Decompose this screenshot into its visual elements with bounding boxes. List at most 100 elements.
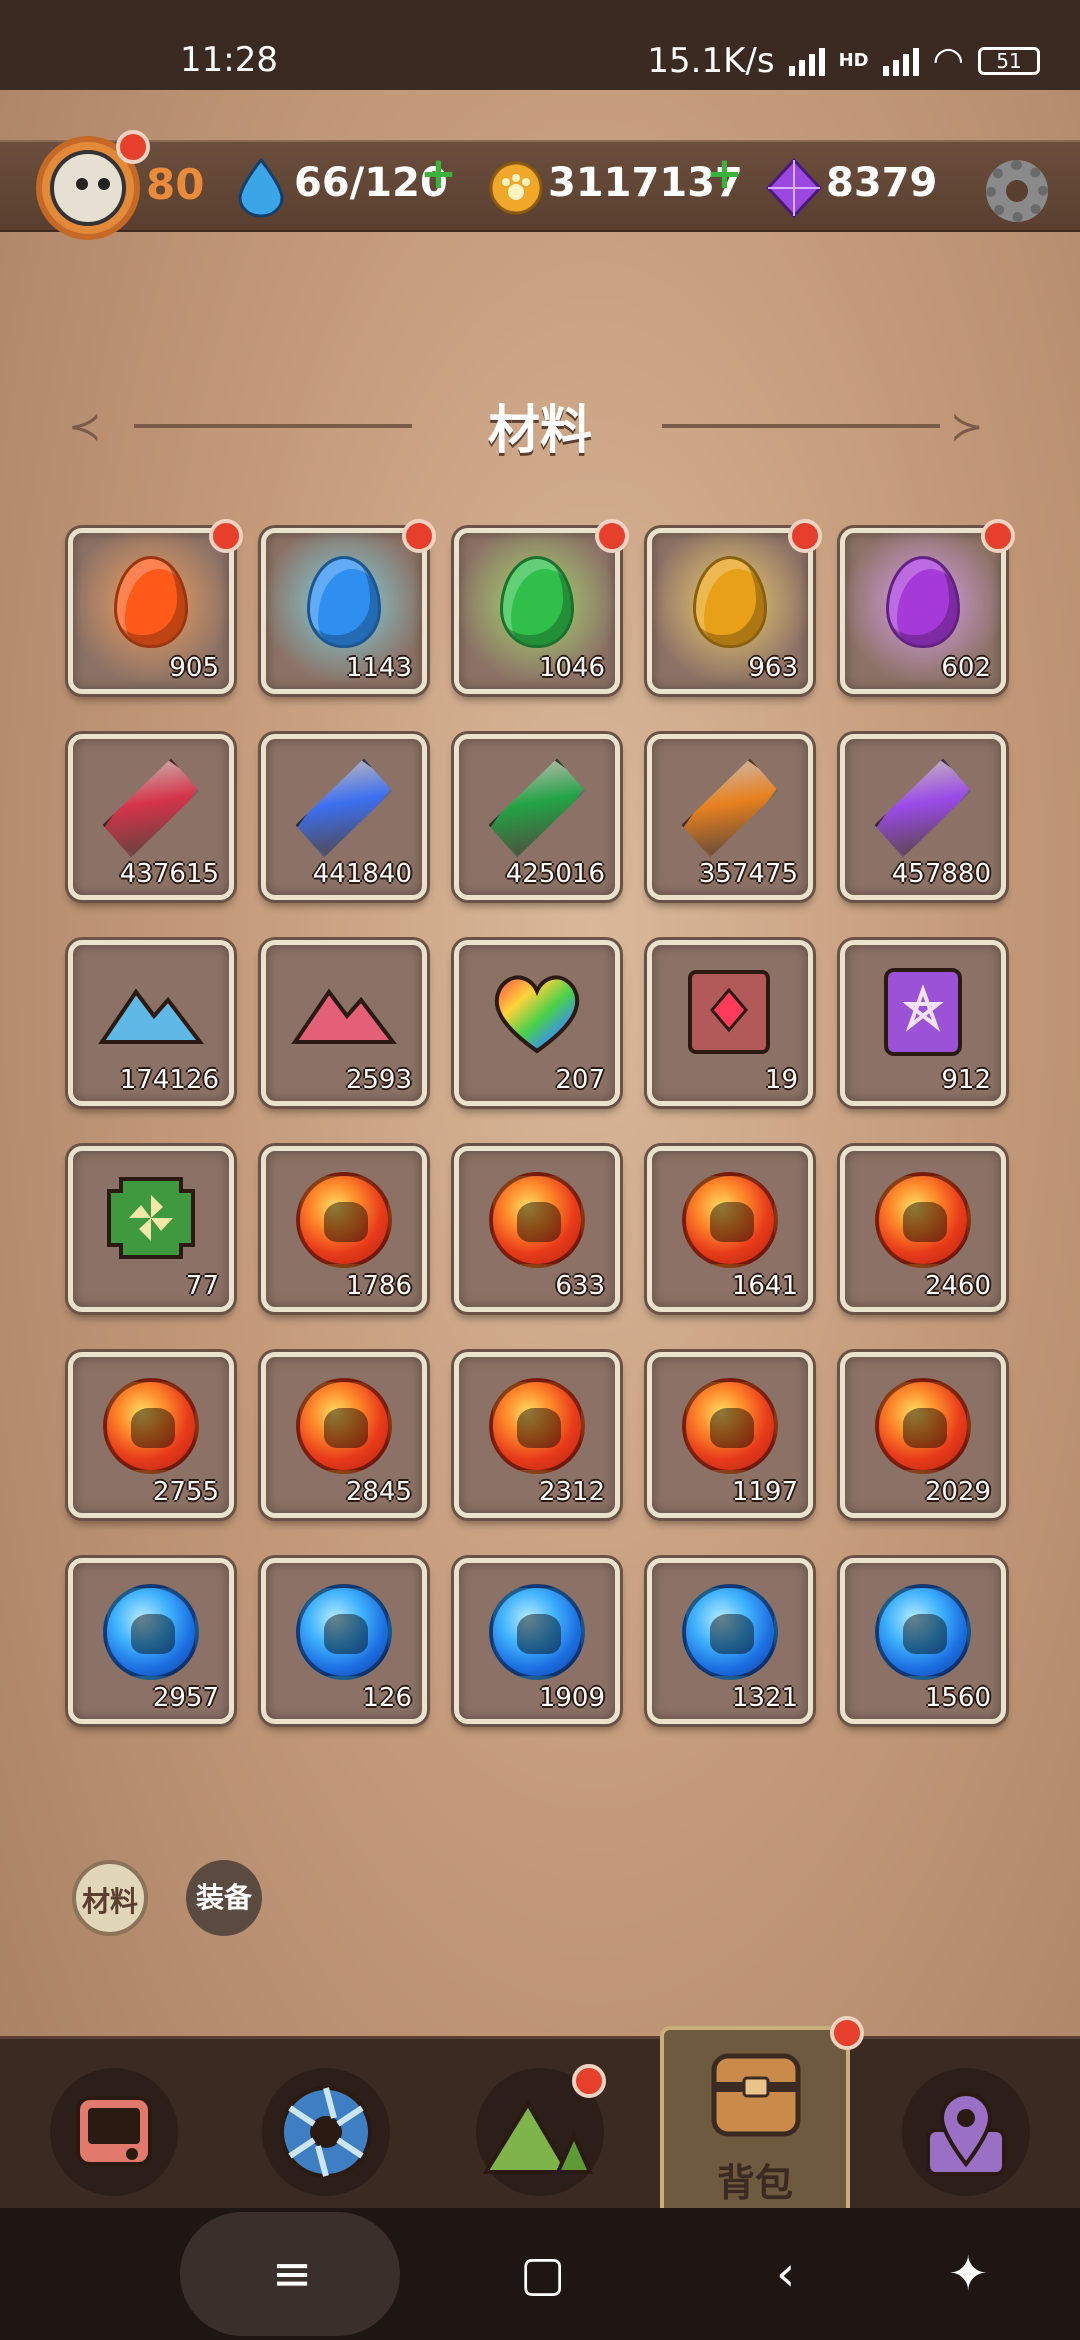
item-slot[interactable]: 437615	[68, 734, 234, 900]
water-orb-icon	[682, 1583, 778, 1680]
item-slot[interactable]: 77	[68, 1146, 234, 1312]
gem-value: 8379	[826, 160, 938, 206]
back-chevron-icon[interactable]: ‹	[776, 2246, 795, 2302]
item-count: 633	[555, 1271, 605, 1301]
map-pin-icon	[926, 2092, 1006, 2176]
crystal-icon	[676, 748, 785, 868]
item-count: 1046	[538, 653, 605, 683]
item-count: 2755	[152, 1477, 219, 1507]
shutter-icon	[280, 2086, 372, 2178]
item-slot[interactable]: 2755	[68, 1352, 234, 1518]
fire-orb-icon	[296, 1377, 392, 1474]
home-square-icon[interactable]: ▢	[520, 2246, 565, 2302]
menu-icon[interactable]: ≡	[272, 2246, 312, 2302]
item-count: 1909	[538, 1683, 605, 1713]
water-orb-icon	[489, 1583, 585, 1680]
item-slot[interactable]: 425016	[454, 734, 620, 900]
item-slot[interactable]: 2029	[840, 1352, 1006, 1518]
item-slot[interactable]: 2593	[261, 940, 427, 1106]
item-count: 357475	[698, 859, 798, 889]
item-notification-dot	[788, 519, 822, 553]
item-count: 437615	[119, 859, 219, 889]
item-count: 174126	[119, 1065, 219, 1095]
item-slot[interactable]: 19	[647, 940, 813, 1106]
fire-orb-icon	[875, 1171, 971, 1268]
item-slot[interactable]: 126	[261, 1558, 427, 1724]
nav-world-notification-dot	[572, 2064, 606, 2098]
item-slot[interactable]: 1560	[840, 1558, 1006, 1724]
item-count: 1560	[924, 1683, 991, 1713]
item-count: 2029	[924, 1477, 991, 1507]
item-slot[interactable]: 1786	[261, 1146, 427, 1312]
item-slot[interactable]: 1143	[261, 519, 436, 694]
item-slot[interactable]: 457880	[840, 734, 1006, 900]
item-slot[interactable]: 357475	[647, 734, 813, 900]
backpack-icon	[711, 2053, 801, 2137]
nav-explore[interactable]	[262, 2068, 390, 2196]
energy-add-button[interactable]: +	[420, 148, 457, 199]
tab-materials[interactable]: 材料	[72, 1860, 148, 1936]
item-slot[interactable]: 1321	[647, 1558, 813, 1724]
item-count: 963	[748, 653, 798, 683]
crystal-icon	[483, 748, 592, 868]
fire-orb-icon	[296, 1171, 392, 1268]
nav-home[interactable]	[50, 2068, 178, 2196]
status-right: 15.1K/s HD ◠ 51	[647, 40, 1040, 81]
item-slot[interactable]: 963	[647, 519, 822, 694]
item-count: 2460	[924, 1271, 991, 1301]
item-slot[interactable]: 1046	[454, 519, 629, 694]
item-slot[interactable]: 2312	[454, 1352, 620, 1518]
fire-orb-icon	[682, 1171, 778, 1268]
item-slot[interactable]: 2460	[840, 1146, 1006, 1312]
item-count: 1197	[731, 1477, 798, 1507]
nav-location[interactable]	[902, 2068, 1030, 2196]
paw-coin-icon	[489, 161, 543, 215]
crystal-icon	[869, 748, 978, 868]
item-count: 2312	[538, 1477, 605, 1507]
fire-orb-icon	[682, 1377, 778, 1474]
coin-add-button[interactable]: +	[706, 148, 743, 199]
rainbow-heart-icon	[487, 967, 587, 1061]
item-count: 2845	[345, 1477, 412, 1507]
item-slot[interactable]: 1909	[454, 1558, 620, 1724]
item-slot[interactable]: 174126	[68, 940, 234, 1106]
water-orb-icon	[103, 1583, 199, 1680]
title-right-ornament: ≻	[950, 404, 984, 450]
item-slot[interactable]: 1641	[647, 1146, 813, 1312]
monitor-icon	[76, 2096, 152, 2166]
status-bar: 11:28 15.1K/s HD ◠ 51	[0, 0, 1080, 90]
item-slot[interactable]: 2957	[68, 1558, 234, 1724]
item-count: 2593	[345, 1065, 412, 1095]
item-slot[interactable]: 602	[840, 519, 1015, 694]
item-slot[interactable]: 905	[68, 519, 243, 694]
accessibility-icon[interactable]: ✦	[948, 2246, 988, 2302]
status-time: 11:28	[180, 40, 278, 80]
item-count: 457880	[891, 859, 991, 889]
item-slot[interactable]: 441840	[261, 734, 427, 900]
item-count: 912	[941, 1065, 991, 1095]
star-card-icon	[878, 964, 968, 1064]
item-count: 441840	[312, 859, 412, 889]
item-count: 425016	[505, 859, 605, 889]
net-speed: 15.1K/s	[647, 40, 775, 81]
item-slot[interactable]: 912	[840, 940, 1006, 1106]
settings-gear-icon[interactable]	[986, 160, 1048, 222]
avatar-face-icon	[50, 150, 126, 226]
avatar-notification-dot	[116, 130, 150, 164]
item-grid: 905 1143 1046 963 602 437615 441840 425016 35747…	[68, 519, 1015, 1724]
ore-rock-icon	[96, 972, 206, 1056]
item-slot[interactable]: 1197	[647, 1352, 813, 1518]
title-right-line	[662, 424, 940, 428]
hd-tag: HD	[838, 50, 869, 71]
item-slot[interactable]: 2845	[261, 1352, 427, 1518]
item-count: 126	[362, 1683, 412, 1713]
item-slot[interactable]: 207	[454, 940, 620, 1106]
item-slot[interactable]: 633	[454, 1146, 620, 1312]
spell-book-icon	[682, 964, 778, 1064]
item-notification-dot	[209, 519, 243, 553]
tab-equipment[interactable]: 装备	[186, 1860, 262, 1936]
item-count: 602	[941, 653, 991, 683]
item-notification-dot	[402, 519, 436, 553]
ore-rock-icon	[289, 972, 399, 1056]
item-count: 1321	[731, 1683, 798, 1713]
